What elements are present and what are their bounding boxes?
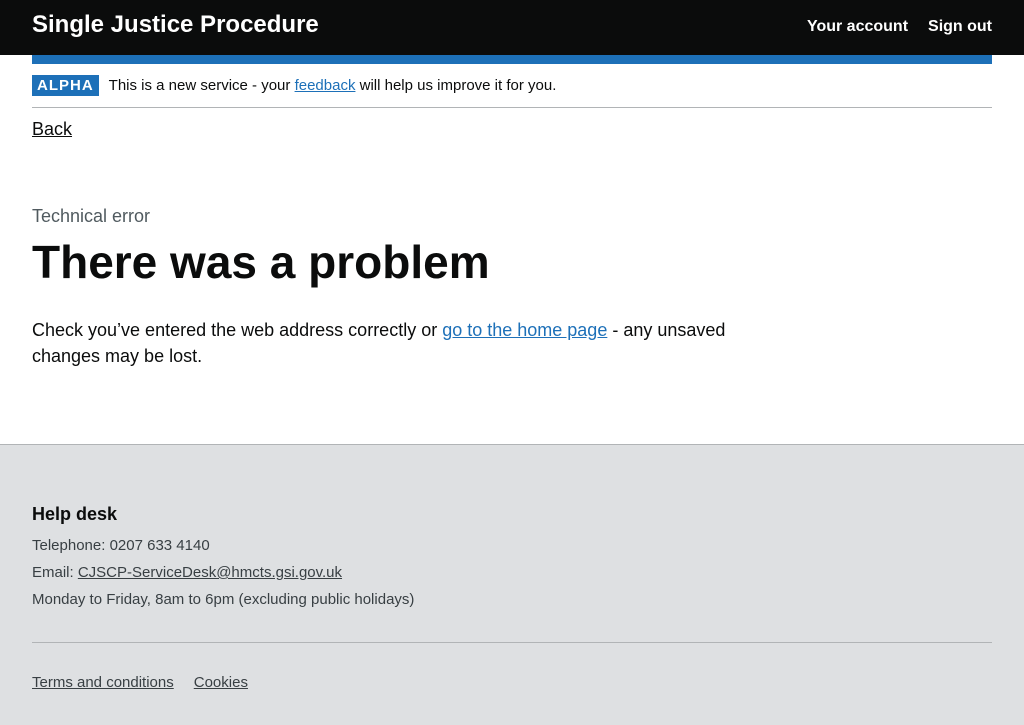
email-label: Email: (32, 564, 78, 581)
site-header: Single Justice Procedure Your account Si… (0, 0, 1024, 55)
back-link[interactable]: Back (32, 119, 72, 140)
page-caption: Technical error (32, 206, 151, 226)
phase-banner-text: This is a new service - your feedback wi… (109, 77, 557, 94)
site-footer: Help desk Telephone: 0207 633 4140 Email… (0, 444, 1024, 725)
cookies-link[interactable]: Cookies (194, 674, 248, 691)
phase-tag: ALPHA (32, 75, 99, 96)
help-desk-email-link[interactable]: CJSCP-ServiceDesk@hmcts.gsi.gov.uk (78, 564, 342, 581)
phase-text-after: will help us improve it for you. (355, 77, 557, 94)
phase-banner: ALPHA This is a new service - your feedb… (32, 64, 992, 108)
terms-and-conditions-link[interactable]: Terms and conditions (32, 674, 174, 691)
footer-divider (32, 642, 992, 643)
page-title: There was a problem (32, 236, 490, 288)
error-message: Check you’ve entered the web address cor… (32, 317, 752, 369)
service-name[interactable]: Single Justice Procedure (32, 11, 319, 39)
home-page-link[interactable]: go to the home page (442, 320, 607, 340)
phase-text-before: This is a new service - your (108, 77, 295, 94)
help-desk-telephone: Telephone: 0207 633 4140 (32, 537, 210, 554)
your-account-link[interactable]: Your account (807, 18, 908, 36)
help-desk-email: Email: CJSCP-ServiceDesk@hmcts.gsi.gov.u… (32, 564, 342, 581)
footer-links: Terms and conditions Cookies (32, 674, 248, 691)
header-nav: Your account Sign out (807, 18, 992, 36)
feedback-link[interactable]: feedback (295, 77, 356, 94)
sign-out-link[interactable]: Sign out (928, 18, 992, 36)
error-text-before: Check you’ve entered the web address cor… (32, 320, 443, 340)
header-accent-bar (32, 55, 992, 64)
help-desk-hours: Monday to Friday, 8am to 6pm (excluding … (32, 591, 415, 608)
help-desk-title: Help desk (32, 504, 118, 524)
